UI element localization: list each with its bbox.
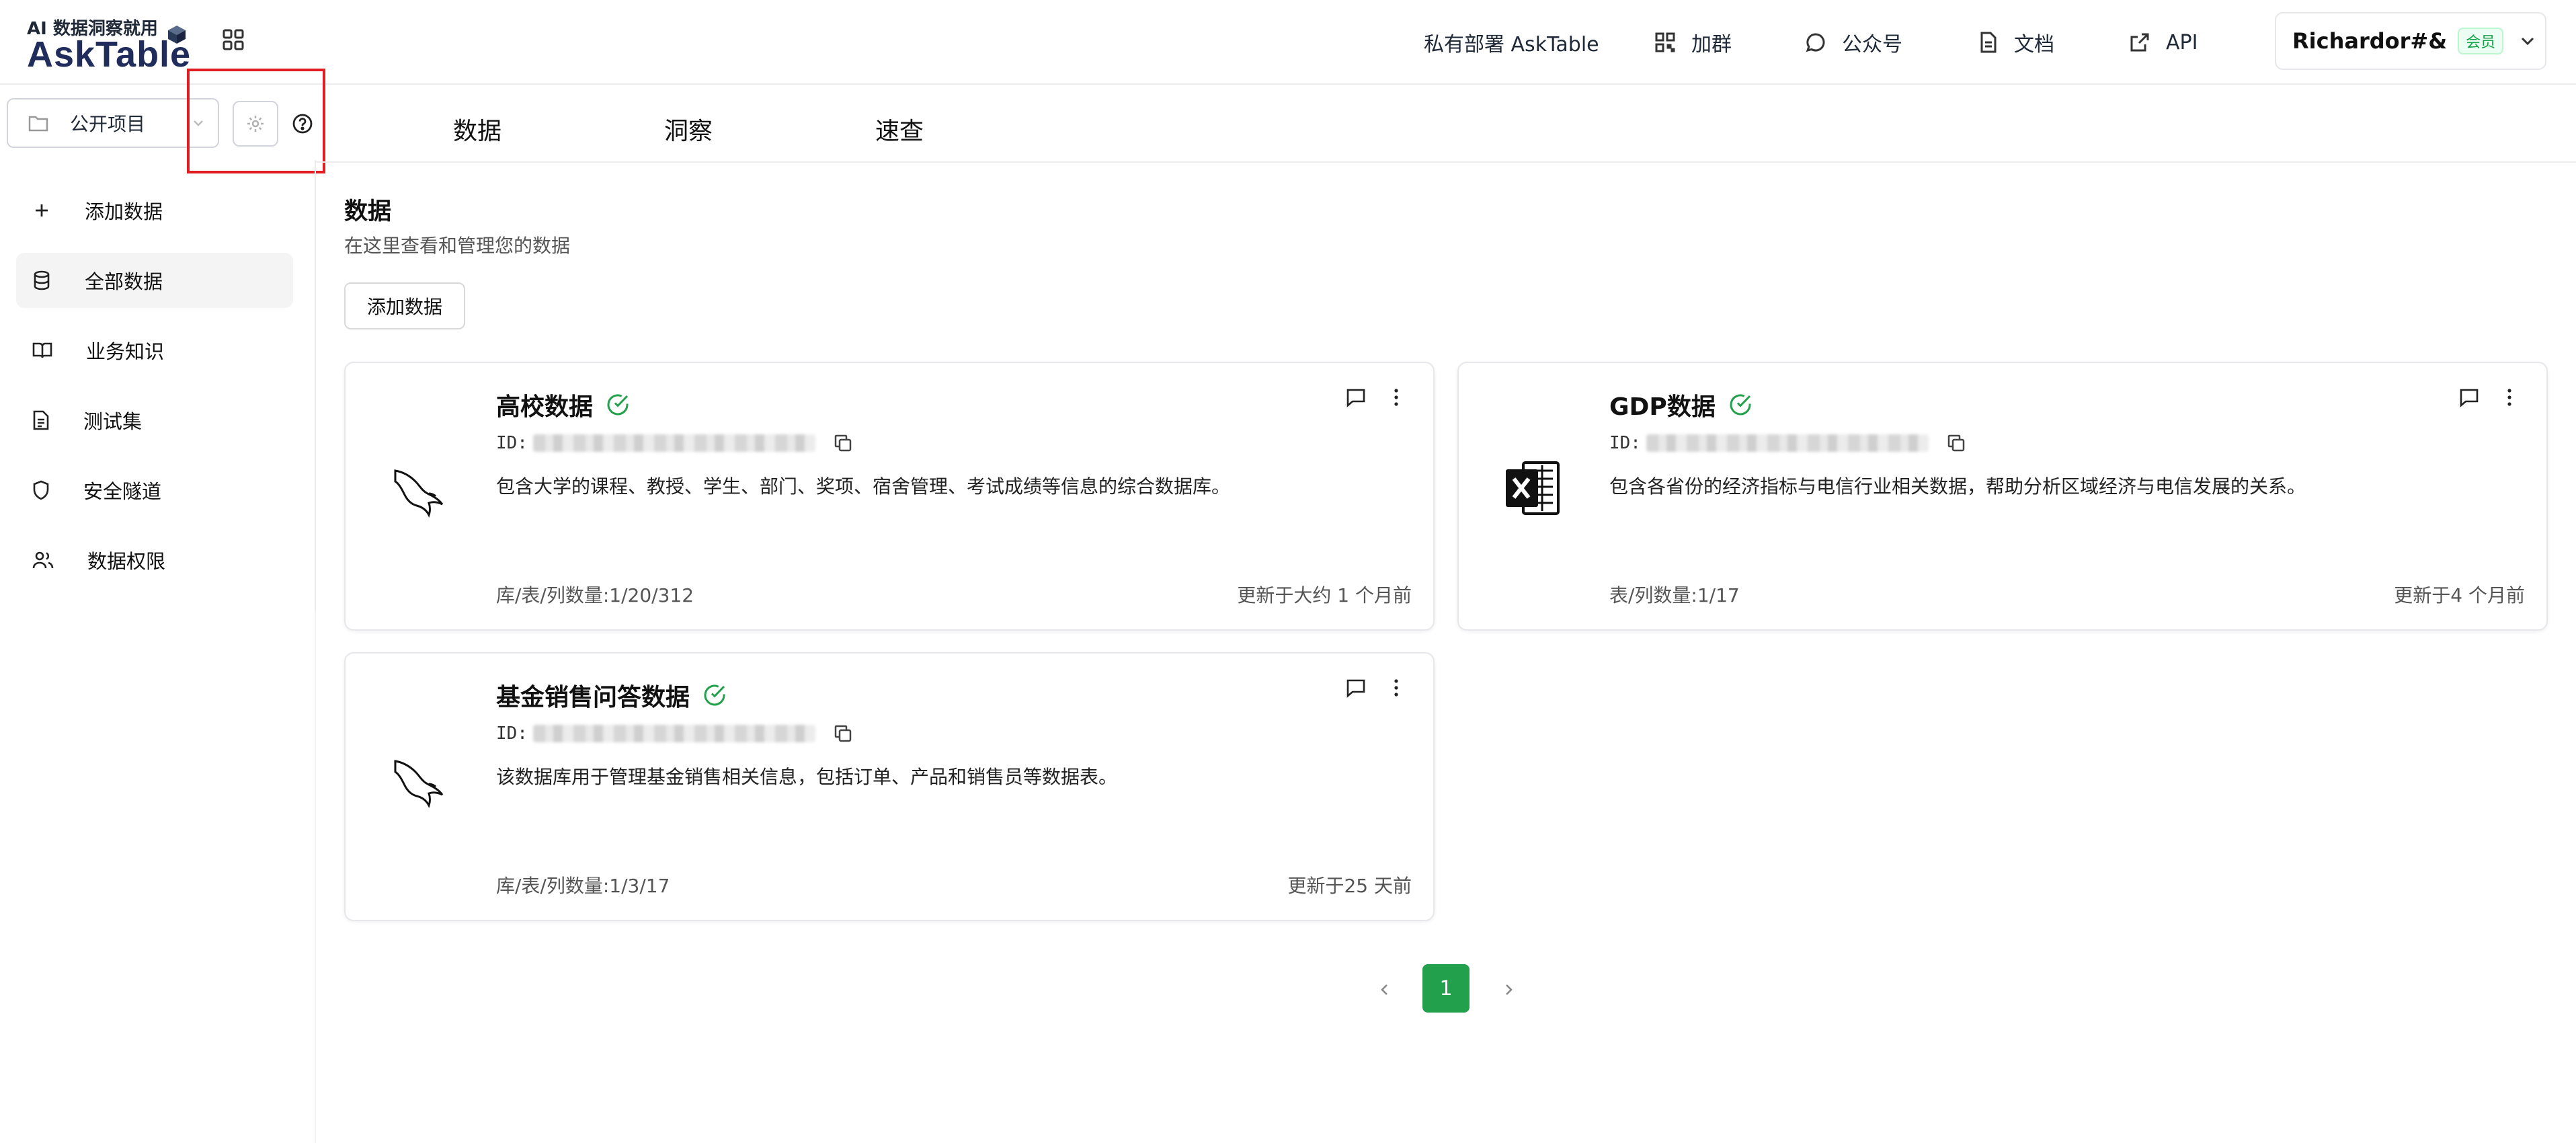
sidebar-item-label: 安全隧道 <box>83 476 161 504</box>
card-description: 包含大学的课程、教授、学生、部门、奖项、宿舍管理、考试成绩等信息的综合数据库。 <box>496 472 1230 499</box>
sidebar-item-secure-tunnel[interactable]: 安全隧道 <box>16 463 293 518</box>
more-vertical-icon[interactable] <box>2499 387 2520 407</box>
chat-bubble-icon <box>1806 32 1826 52</box>
check-circle-icon <box>702 682 727 708</box>
copy-icon[interactable] <box>833 433 853 453</box>
nav-private-deploy[interactable]: 私有部署 AskTable <box>1424 26 1599 59</box>
nav-api[interactable]: API <box>2130 26 2198 59</box>
card-title: GDP数据 <box>1609 387 1716 422</box>
sidebar-item-all-data[interactable]: 全部数据 <box>16 253 293 308</box>
nav-api-label: API <box>2166 31 2198 54</box>
mysql-dolphin-icon <box>389 748 450 810</box>
card-id-value-redacted <box>533 434 815 452</box>
sidebar-item-add-data[interactable]: 添加数据 <box>16 183 293 238</box>
card-title: 高校数据 <box>496 387 593 422</box>
sidebar-divider <box>315 160 316 610</box>
database-icon <box>32 270 51 290</box>
top-header: AI 数据洞察就用 AskTable 私有部署 AskTable 加群 公众号 … <box>0 0 2576 85</box>
external-link-icon <box>2130 32 2150 52</box>
document-icon <box>1979 32 1998 53</box>
folder-icon <box>28 114 48 132</box>
message-square-icon[interactable] <box>2459 387 2479 407</box>
datasource-card-university[interactable]: 高校数据 ID: 包含大学的课程、教授、学生、部门、奖项、宿舍管理、考试成绩等信… <box>344 362 1435 631</box>
chevron-left-icon <box>1377 982 1393 998</box>
tab-data[interactable]: 数据 <box>453 112 501 147</box>
user-name: Richardor#& <box>2292 28 2447 54</box>
sidebar-item-test-set[interactable]: 测试集 <box>16 393 293 448</box>
copy-icon[interactable] <box>833 723 853 744</box>
add-data-button[interactable]: 添加数据 <box>344 282 465 329</box>
chevron-down-icon <box>191 116 206 130</box>
sidebar-item-label: 业务知识 <box>86 336 164 364</box>
copy-icon[interactable] <box>1946 433 1966 453</box>
project-settings-button[interactable] <box>233 101 278 147</box>
nav-official-account[interactable]: 公众号 <box>1806 26 1902 59</box>
user-menu[interactable]: Richardor#& 会员 <box>2275 12 2546 70</box>
project-select[interactable]: 公开项目 <box>7 98 219 148</box>
file-text-icon <box>32 410 50 430</box>
card-updated: 更新于4 个月前 <box>2394 581 2525 608</box>
card-id-label: ID: <box>1609 433 1641 453</box>
sidebar-divider-lower <box>315 610 316 1143</box>
card-title: 基金销售问答数据 <box>496 678 690 713</box>
nav-join-group-label: 加群 <box>1691 28 1732 57</box>
sidebar-item-label: 添加数据 <box>85 196 163 225</box>
sidebar-item-data-permissions[interactable]: 数据权限 <box>16 533 293 588</box>
chevron-down-icon <box>2518 32 2537 50</box>
qr-code-icon <box>1655 32 1675 52</box>
book-icon <box>32 341 52 360</box>
main-tabs: 数据 洞察 速查 <box>316 85 2576 163</box>
pagination-prev-button[interactable] <box>1371 976 1398 1003</box>
card-description: 该数据库用于管理基金销售相关信息，包括订单、产品和销售员等数据表。 <box>496 762 1117 789</box>
excel-icon <box>1502 457 1564 519</box>
nav-official-account-label: 公众号 <box>1842 28 1902 57</box>
datasource-card-fund-sales[interactable]: 基金销售问答数据 ID: 该数据库用于管理基金销售相关信息，包括订单、产品和销售… <box>344 652 1435 921</box>
card-stats: 库/表/列数量:1/3/17 <box>496 871 670 898</box>
nav-docs-label: 文档 <box>2014 28 2054 57</box>
check-circle-icon <box>1728 392 1753 418</box>
card-stats: 库/表/列数量:1/20/312 <box>496 581 694 608</box>
question-circle-icon <box>292 113 313 134</box>
card-id-label: ID: <box>496 723 528 744</box>
check-circle-icon <box>605 392 631 418</box>
chevron-right-icon <box>1500 982 1517 998</box>
pagination-page-current[interactable]: 1 <box>1422 964 1470 1013</box>
pagination-next-button[interactable] <box>1495 976 1522 1003</box>
gear-icon <box>246 114 265 133</box>
page-subtitle: 在这里查看和管理您的数据 <box>344 231 570 258</box>
logo[interactable]: AI 数据洞察就用 AskTable <box>27 13 195 71</box>
apps-grid-icon[interactable] <box>222 28 245 51</box>
card-id-label: ID: <box>496 433 528 453</box>
card-id-value-redacted <box>1646 434 1929 452</box>
sidebar-item-label: 测试集 <box>83 406 142 434</box>
card-stats: 表/列数量:1/17 <box>1609 581 1740 608</box>
tab-insight[interactable]: 洞察 <box>664 112 713 147</box>
card-updated: 更新于大约 1 个月前 <box>1237 581 1412 608</box>
shield-icon <box>32 480 50 500</box>
datasource-card-gdp[interactable]: GDP数据 ID: 包含各省份的经济指标与电信行业相关数据，帮助分析区域经济与电… <box>1457 362 2548 631</box>
plus-icon <box>32 201 51 220</box>
project-select-value: 公开项目 <box>70 110 145 136</box>
logo-cube-icon <box>167 24 187 44</box>
card-id-value-redacted <box>533 725 815 742</box>
message-square-icon[interactable] <box>1346 387 1366 407</box>
users-icon <box>32 551 54 569</box>
more-vertical-icon[interactable] <box>1386 678 1406 698</box>
card-updated: 更新于25 天前 <box>1287 871 1412 898</box>
page-title: 数据 <box>344 192 391 227</box>
nav-docs[interactable]: 文档 <box>1979 26 2054 59</box>
nav-private-deploy-label: 私有部署 AskTable <box>1424 28 1599 57</box>
nav-join-group[interactable]: 加群 <box>1655 26 1732 59</box>
tab-quick-lookup[interactable]: 速查 <box>875 112 924 147</box>
card-description: 包含各省份的经济指标与电信行业相关数据，帮助分析区域经济与电信发展的关系。 <box>1609 472 2306 499</box>
sidebar-item-label: 数据权限 <box>87 546 165 574</box>
member-badge: 会员 <box>2458 28 2503 54</box>
mysql-dolphin-icon <box>389 457 450 519</box>
message-square-icon[interactable] <box>1346 678 1366 698</box>
help-button[interactable] <box>289 110 316 137</box>
more-vertical-icon[interactable] <box>1386 387 1406 407</box>
sidebar-item-business-knowledge[interactable]: 业务知识 <box>16 323 293 378</box>
sidebar-item-label: 全部数据 <box>85 266 163 294</box>
